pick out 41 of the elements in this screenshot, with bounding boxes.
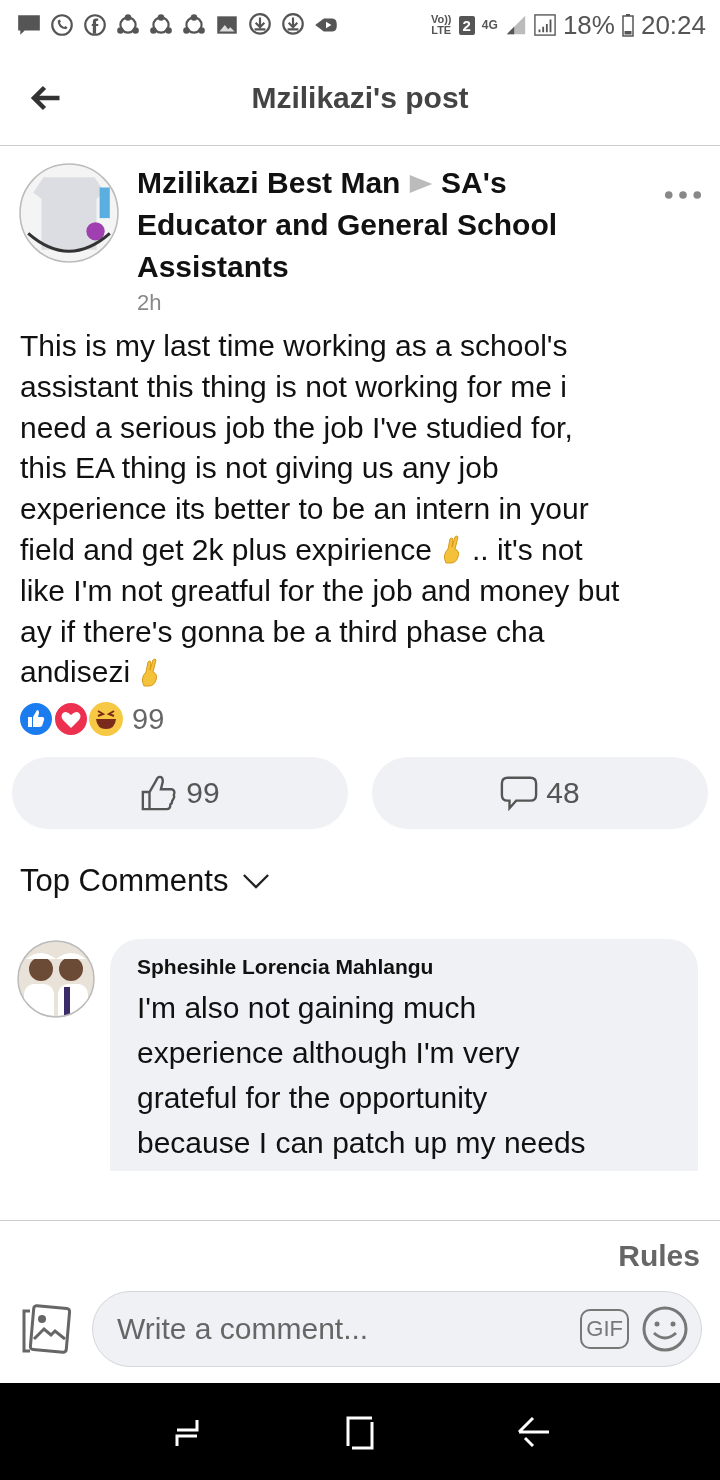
thumbs-up-icon [140, 774, 179, 813]
chevron-down-icon[interactable] [242, 872, 271, 890]
smiley-icon[interactable] [641, 1305, 689, 1353]
post-text: like I'm not greatful for the job and money but [20, 572, 620, 609]
post-text: andisezi [20, 654, 131, 691]
gif-button[interactable]: GIF [580, 1309, 629, 1349]
battery-percent: 18% [562, 9, 615, 41]
speech-bubble-icon [500, 774, 539, 813]
post-text: field and get 2k plus expirience [20, 532, 432, 568]
rules-link[interactable]: Rules [618, 1239, 700, 1273]
reaction-count[interactable]: 99 [132, 702, 165, 736]
signal-icon [533, 14, 556, 36]
post-text: need a serious job the job I've studied for, [20, 409, 573, 446]
post-text: this EA thing is not giving us any job [20, 450, 499, 487]
data-label: 4G [481, 18, 498, 32]
volte-label: Vo)) LTE [430, 14, 452, 36]
comment-field[interactable]: Write a comment... GIF [92, 1291, 702, 1367]
download-icon [247, 12, 273, 38]
post-text: ay if there's gonna be a third phase cha [20, 613, 545, 650]
post-author-line[interactable]: Mzilikazi Best Man SA's Educator and General School Assistants [137, 162, 597, 288]
message-icon [16, 12, 42, 38]
page-title: Mzilikazi's post [251, 80, 469, 115]
sim-badge: 2 [458, 15, 475, 35]
photo-icon[interactable] [20, 1303, 72, 1355]
post-text: assistant this thing is not working for me i [20, 368, 567, 405]
clock: 20:24 [640, 9, 706, 41]
post-text: .. it's not [471, 532, 583, 568]
comment-button[interactable]: 48 [372, 757, 708, 830]
post-text: experience its better to be an intern in your [20, 491, 589, 528]
battery-icon [621, 13, 634, 37]
signal-icon [504, 14, 527, 36]
comment-author[interactable]: Sphesihle Lorencia Mahlangu [137, 955, 674, 980]
whatsapp-icon [49, 12, 75, 38]
comment-text: I'm also not gaining much experience although I'm very grateful for the opportunity because I can patch up my needs [137, 990, 587, 1162]
post-text: This is my last time working as a school's [20, 328, 568, 364]
more-icon[interactable] [664, 190, 702, 200]
facebook-icon [82, 12, 108, 38]
top-comments-label[interactable]: Top Comments [20, 863, 229, 900]
like-button[interactable]: 99 [12, 757, 348, 830]
download-icon [280, 12, 306, 38]
post-time: 2h [137, 290, 163, 316]
